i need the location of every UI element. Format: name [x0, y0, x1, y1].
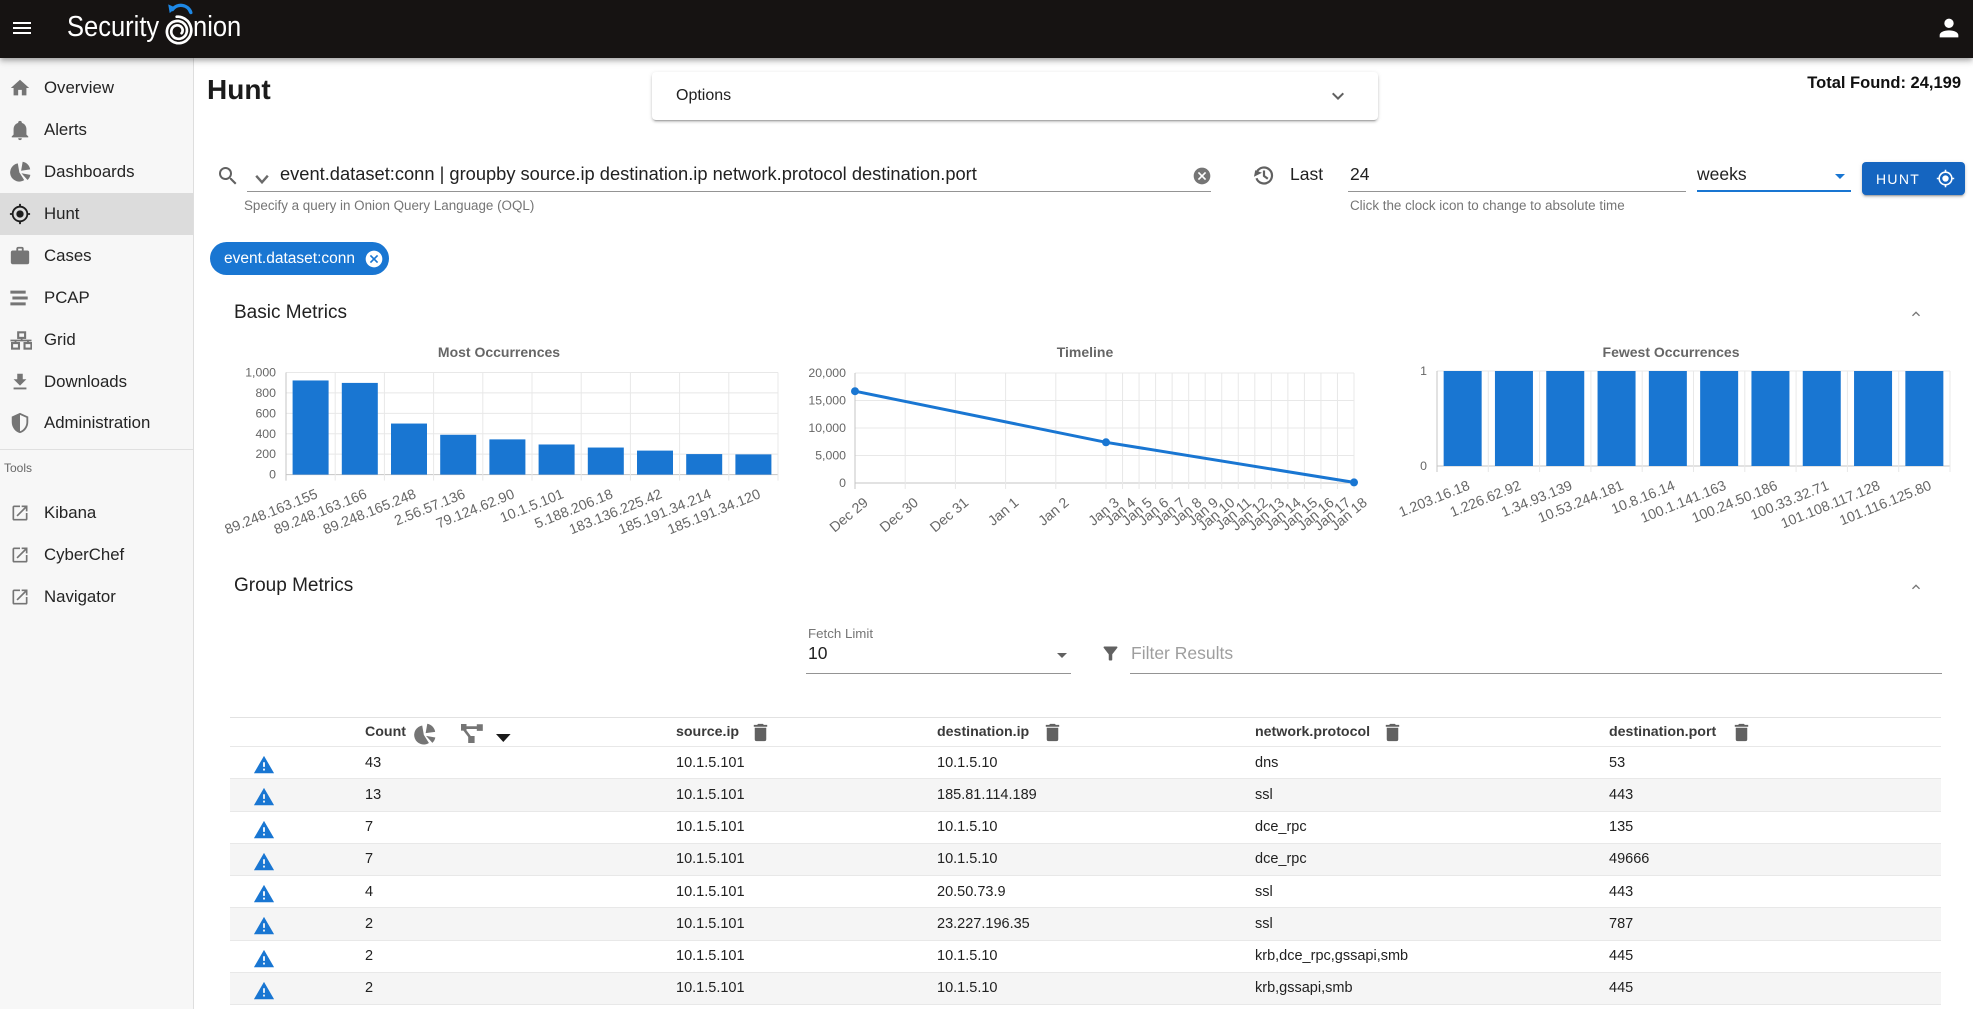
svg-text:Fewest Occurrences: Fewest Occurrences — [1603, 345, 1740, 360]
svg-text:200: 200 — [255, 447, 276, 461]
svg-text:Timeline: Timeline — [1057, 345, 1114, 360]
svg-text:5,000: 5,000 — [815, 449, 846, 463]
svg-text:1: 1 — [1420, 364, 1427, 378]
svg-text:10,000: 10,000 — [808, 421, 846, 435]
svg-text:Dec 29: Dec 29 — [827, 495, 872, 536]
svg-text:Dec 31: Dec 31 — [927, 495, 972, 536]
svg-text:0: 0 — [269, 468, 276, 482]
svg-text:0: 0 — [1420, 459, 1427, 473]
svg-text:Jan 2: Jan 2 — [1035, 495, 1072, 530]
svg-text:800: 800 — [255, 386, 276, 400]
svg-text:15,000: 15,000 — [808, 394, 846, 408]
svg-text:Jan 1: Jan 1 — [985, 495, 1022, 530]
svg-text:Dec 30: Dec 30 — [877, 495, 922, 536]
svg-text:600: 600 — [255, 406, 276, 420]
svg-text:1,000: 1,000 — [245, 366, 276, 380]
svg-text:20,000: 20,000 — [808, 366, 846, 380]
svg-text:400: 400 — [255, 427, 276, 441]
svg-text:Most Occurrences: Most Occurrences — [438, 345, 560, 360]
svg-text:0: 0 — [839, 476, 846, 490]
